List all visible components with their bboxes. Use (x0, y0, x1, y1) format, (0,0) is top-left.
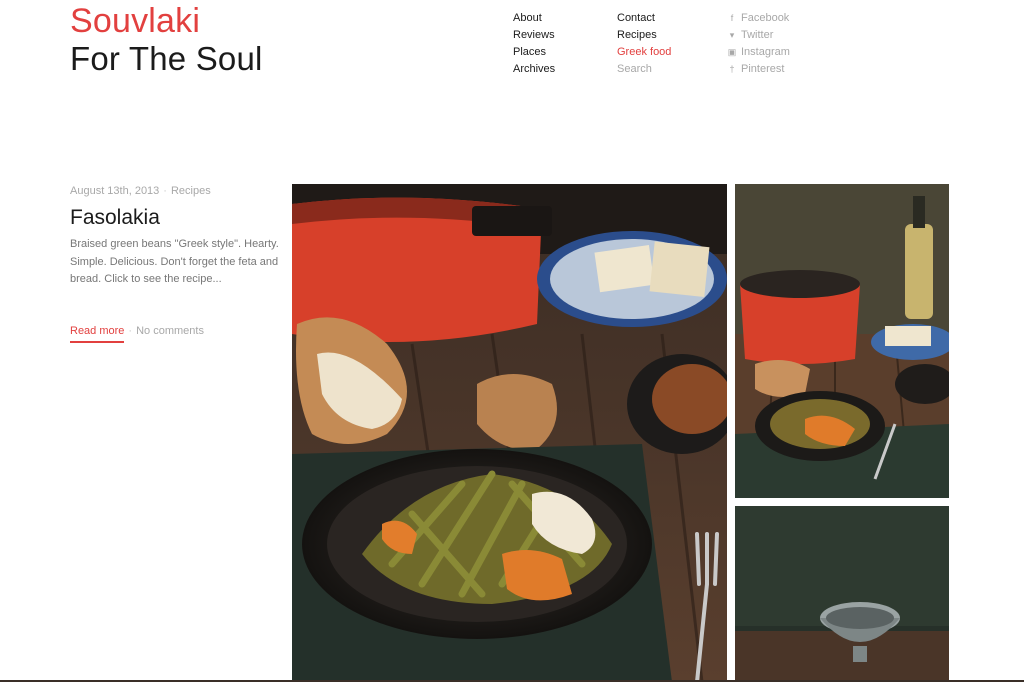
nav-link-contact[interactable]: Contact (617, 10, 671, 27)
main-nav-column-2: Contact Recipes Greek food Search (617, 10, 671, 78)
read-more-link[interactable]: Read more (70, 325, 125, 343)
social-link-facebook[interactable]: f Facebook (727, 10, 790, 27)
side-food-photo-bottom[interactable] (735, 506, 949, 682)
side-food-photo-top[interactable] (735, 184, 949, 498)
side-photo-bottom-illustration (735, 506, 949, 682)
twitter-icon: ▾ (729, 30, 735, 40)
social-link-instagram[interactable]: ▣ Instagram (727, 44, 790, 61)
pinterest-icon: † (729, 64, 735, 74)
nav-link-archives[interactable]: Archives (513, 61, 555, 78)
social-link-twitter[interactable]: ▾ Twitter (727, 27, 790, 44)
post-meta: August 13th, 2013 · Recipes (70, 185, 211, 197)
actions-separator: · (128, 325, 133, 337)
main-nav-column-1: About Reviews Places Archives (513, 10, 555, 78)
facebook-icon: f (730, 13, 734, 23)
site-logo[interactable]: Souvlaki For The Soul (70, 4, 263, 75)
social-links: f Facebook ▾ Twitter ▣ Instagram † Pinterest (727, 10, 790, 78)
nav-link-greek-food[interactable]: Greek food (617, 44, 671, 61)
social-label-instagram: Instagram (741, 46, 790, 58)
site-title-line1[interactable]: Souvlaki (70, 4, 263, 38)
post-date: August 13th, 2013 (70, 185, 160, 197)
post-actions: Read more · No comments (70, 325, 204, 343)
comments-link[interactable]: No comments (136, 325, 204, 337)
nav-link-search[interactable]: Search (617, 61, 671, 78)
site-title-line2[interactable]: For The Soul (70, 42, 263, 75)
social-label-facebook: Facebook (741, 12, 790, 24)
social-label-pinterest: Pinterest (741, 63, 785, 75)
main-photo-illustration (292, 184, 727, 682)
instagram-icon: ▣ (727, 47, 737, 57)
social-label-twitter: Twitter (741, 29, 774, 41)
nav-link-recipes[interactable]: Recipes (617, 27, 671, 44)
post-category-link[interactable]: Recipes (171, 185, 211, 197)
social-link-pinterest[interactable]: † Pinterest (727, 61, 790, 78)
meta-separator: · (163, 185, 167, 197)
side-photo-top-illustration (735, 184, 949, 498)
nav-link-reviews[interactable]: Reviews (513, 27, 555, 44)
nav-link-places[interactable]: Places (513, 44, 555, 61)
post-excerpt: Braised green beans "Greek style". Heart… (70, 238, 279, 285)
nav-link-about[interactable]: About (513, 10, 555, 27)
main-food-photo[interactable] (292, 184, 727, 682)
post-title[interactable]: Fasolakia (70, 206, 160, 230)
